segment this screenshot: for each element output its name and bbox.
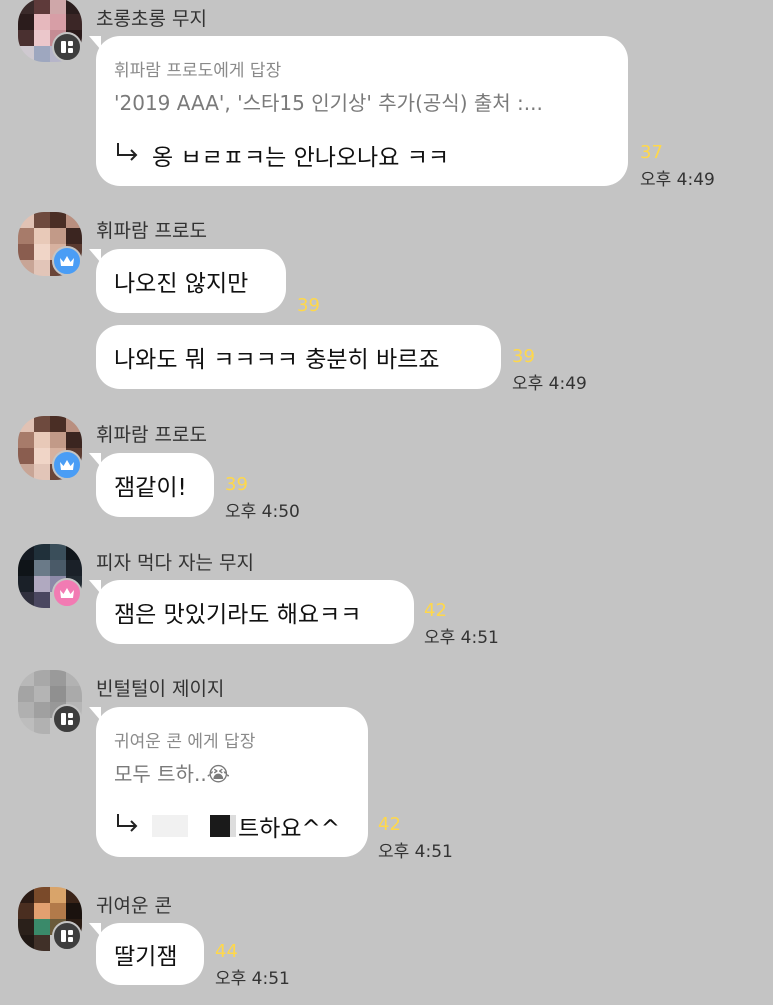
reply-bubble[interactable]: 귀여운 콘 에게 답장 모두 트하..😭 트하요^^ xyxy=(89,707,368,857)
message-text: 옹 ㅂㄹㅍㅋ는 안나오나요 ㅋㅋ xyxy=(152,145,450,171)
timestamp: 오후 4:49 xyxy=(640,170,715,190)
message-bubble[interactable]: 잼같이! xyxy=(89,453,214,517)
crown-icon xyxy=(52,578,82,608)
message-bubble[interactable]: 나와도 뭐 ㅋㅋㅋㅋ 충분히 바르죠 xyxy=(96,325,501,389)
reply-message: 트하요^^ xyxy=(114,809,346,843)
reply-quote: '2019 AAA', '스타15 인기상' 추가(공식) 출처 :... xyxy=(114,91,543,115)
timestamp: 오후 4:51 xyxy=(215,969,290,989)
message-text: 잼은 맛있기라도 해요ㅋㅋ xyxy=(114,602,362,628)
unread-count: 39 xyxy=(225,474,248,495)
timestamp: 오후 4:51 xyxy=(424,628,499,648)
message-bubble[interactable]: 나오진 않지만 xyxy=(89,249,286,313)
layout-icon xyxy=(52,921,82,951)
message-meta: 42 오후 4:51 xyxy=(424,600,499,648)
reply-target: 휘파람 프로도에게 답장 xyxy=(114,61,282,81)
unread-count: 39 xyxy=(512,346,535,367)
layout-icon xyxy=(52,32,82,62)
message-text: 나와도 뭐 ㅋㅋㅋㅋ 충분히 바르죠 xyxy=(114,347,440,373)
message-text: 딸기잼 xyxy=(114,944,178,970)
message-meta: 44 오후 4:51 xyxy=(215,941,290,989)
unread-count: 42 xyxy=(424,600,447,621)
sender-name: 빈털털이 제이지 xyxy=(96,678,225,700)
message-meta: 42 오후 4:51 xyxy=(378,814,453,862)
unread-count: 37 xyxy=(640,142,663,163)
message-text: 트하요^^ xyxy=(238,816,341,842)
redacted-block xyxy=(230,815,236,837)
sender-name: 피자 먹다 자는 무지 xyxy=(96,552,254,574)
reply-arrow-icon xyxy=(114,141,140,169)
crown-icon xyxy=(52,246,82,276)
reply-quote: 모두 트하..😭 xyxy=(114,762,231,786)
message-meta: 37 오후 4:49 xyxy=(640,142,715,190)
crown-icon xyxy=(52,450,82,480)
redacted-block xyxy=(210,815,230,837)
reply-message: 옹 ㅂㄹㅍㅋ는 안나오나요 ㅋㅋ xyxy=(114,138,606,172)
sender-name: 휘파람 프로도 xyxy=(96,220,207,242)
timestamp: 오후 4:51 xyxy=(378,842,453,862)
reply-arrow-icon xyxy=(114,812,140,840)
reply-bubble[interactable]: 휘파람 프로도에게 답장 '2019 AAA', '스타15 인기상' 추가(공… xyxy=(89,36,628,186)
timestamp: 오후 4:49 xyxy=(512,374,587,394)
sender-name: 귀여운 콘 xyxy=(96,895,172,917)
unread-count: 42 xyxy=(378,814,401,835)
layout-icon xyxy=(52,704,82,734)
sender-name: 초롱초롱 무지 xyxy=(96,8,207,30)
message-meta: 39 오후 4:50 xyxy=(225,474,300,522)
message-bubble[interactable]: 잼은 맛있기라도 해요ㅋㅋ xyxy=(89,580,414,644)
message-bubble[interactable]: 딸기잼 xyxy=(89,923,204,985)
message-meta: 39 xyxy=(297,295,320,316)
message-meta: 39 오후 4:49 xyxy=(512,346,587,394)
redacted-block xyxy=(152,815,188,837)
unread-count: 39 xyxy=(297,295,320,316)
reply-target: 귀여운 콘 에게 답장 xyxy=(114,732,256,752)
sender-name: 휘파람 프로도 xyxy=(96,424,207,446)
message-text: 나오진 않지만 xyxy=(114,271,249,297)
timestamp: 오후 4:50 xyxy=(225,502,300,522)
message-text: 잼같이! xyxy=(114,475,187,501)
unread-count: 44 xyxy=(215,941,238,962)
